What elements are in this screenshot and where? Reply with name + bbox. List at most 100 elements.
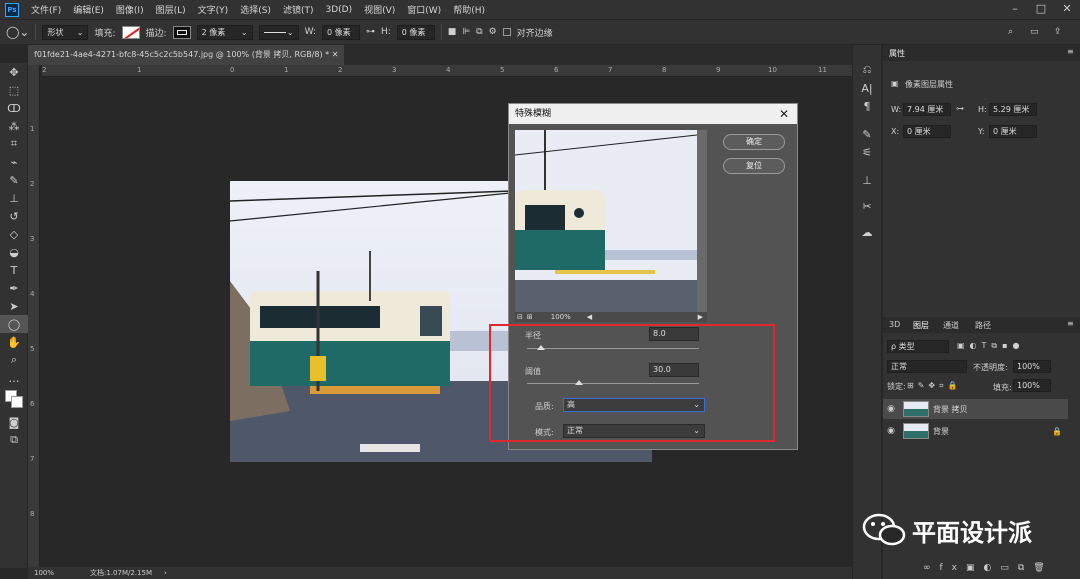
close-icon[interactable]: ✕ (779, 104, 789, 124)
reset-button[interactable]: 复位 (723, 158, 785, 174)
crop-tool-icon[interactable]: ⌗ (0, 135, 28, 153)
menu-filter[interactable]: 滤镜(T) (277, 3, 320, 16)
width-field[interactable]: 7.94 厘米 (903, 103, 951, 116)
fill-swatch[interactable] (121, 25, 140, 39)
panel-menu-icon[interactable]: ≡ (1067, 47, 1074, 56)
layers-footer-icons[interactable]: ∞fx▣◐▭⧉🗑 (923, 563, 1054, 573)
cloud-icon[interactable]: ☁ (853, 223, 881, 241)
scroll-left-icon[interactable]: ◀ (587, 313, 592, 321)
layer-row[interactable]: ◉ 背景 拷贝 (883, 399, 1068, 419)
menu-type[interactable]: 文字(Y) (192, 3, 235, 16)
y-field[interactable]: 0 厘米 (989, 125, 1037, 138)
opacity-input[interactable]: 100% (1013, 360, 1051, 373)
blend-mode-select[interactable]: 正常 (887, 360, 967, 373)
tools-preset-icon[interactable]: ✂ (853, 197, 881, 215)
zoom-out-icon[interactable]: ⊟ (517, 313, 523, 321)
preview-scrollbar[interactable] (697, 130, 707, 312)
brush-tool-icon[interactable]: ✎ (0, 171, 28, 189)
ok-button[interactable]: 确定 (723, 134, 785, 150)
width-input[interactable]: 0 像素 (321, 24, 360, 40)
quick-mask-icon[interactable]: ◙ (0, 413, 28, 431)
adjustments-icon[interactable]: ⚟ (853, 143, 881, 161)
stroke-type-select[interactable]: ⌄ (258, 24, 299, 40)
search-icon[interactable]: ⌕ (1008, 27, 1013, 37)
ellipse-tool-icon[interactable]: ◯⌄ (6, 25, 29, 39)
color-swatches-icon[interactable] (0, 387, 28, 413)
chevron-right-icon[interactable]: › (164, 569, 167, 577)
tab-layers[interactable]: 图层 (913, 320, 929, 331)
preview-image[interactable] (515, 130, 697, 312)
lock-icons[interactable]: ⊞✎✥⌗🔒 (907, 381, 962, 391)
mode-select[interactable]: 形状 ⌄ (42, 24, 89, 40)
close-icon[interactable]: ✕ (1054, 0, 1080, 19)
menu-view[interactable]: 视图(V) (358, 3, 401, 16)
character-icon[interactable]: A| (853, 79, 881, 97)
menu-help[interactable]: 帮助(H) (447, 3, 491, 16)
scroll-right-icon[interactable]: ▶ (698, 313, 703, 321)
menu-file[interactable]: 文件(F) (25, 3, 67, 16)
share-icon[interactable]: ⇪ (1054, 27, 1062, 37)
layer-filter-select[interactable]: ρ 类型 (887, 340, 949, 353)
history-icon[interactable]: ⎌ (853, 61, 881, 79)
path-alignment-icon[interactable]: ⊫ (462, 27, 470, 37)
paint-bucket-icon[interactable]: ◒ (0, 243, 28, 261)
maximize-icon[interactable]: □ (1028, 0, 1054, 19)
menu-layer[interactable]: 图层(L) (150, 3, 192, 16)
hand-tool-icon[interactable]: ✋ (0, 333, 28, 351)
history-brush-icon[interactable]: ↺ (0, 207, 28, 225)
height-input[interactable]: 0 像素 (396, 24, 435, 40)
path-operations-icon[interactable]: ■ (448, 27, 457, 37)
quick-selection-icon[interactable]: ⁂ (0, 117, 28, 135)
document-tab[interactable]: f01fde21-4ae4-4271-bfc8-45c5c2c5b547.jpg… (28, 45, 344, 65)
eraser-tool-icon[interactable]: ◇ (0, 225, 28, 243)
text-tool-icon[interactable]: T (0, 261, 28, 279)
minimize-icon[interactable]: – (1002, 0, 1028, 19)
panel-menu-icon[interactable]: ≡ (1067, 319, 1074, 328)
x-field[interactable]: 0 厘米 (903, 125, 951, 138)
zoom-level[interactable]: 100% (34, 569, 54, 577)
layer-row[interactable]: ◉ 背景 🔒 (883, 421, 1068, 441)
height-field[interactable]: 5.29 厘米 (989, 103, 1037, 116)
brush-settings-icon[interactable]: ✎ (853, 125, 881, 143)
stroke-swatch[interactable] (172, 25, 191, 39)
lasso-tool-icon[interactable]: ↀ (0, 99, 28, 117)
more-tools-icon[interactable]: … (0, 369, 28, 387)
paragraph-icon[interactable]: ¶ (853, 97, 881, 115)
link-icon[interactable]: ⊶ (956, 104, 964, 113)
tab-channels[interactable]: 通道 (943, 320, 959, 331)
menu-window[interactable]: 窗口(W) (401, 3, 447, 16)
move-tool-icon[interactable]: ✥ (0, 63, 28, 81)
link-icon[interactable]: ⊶ (366, 27, 375, 37)
fill-label: 填充: (94, 28, 116, 39)
doc-info[interactable]: 文档:1.07M/2.15M (90, 568, 152, 578)
eye-icon[interactable]: ◉ (883, 426, 899, 436)
tab-3d[interactable]: 3D (889, 320, 900, 329)
zoom-in-icon[interactable]: ⊞ (527, 313, 533, 321)
eyedropper-icon[interactable]: ⌁ (0, 153, 28, 171)
menu-edit[interactable]: 编辑(E) (67, 3, 110, 16)
gear-icon[interactable]: ⚙ (489, 27, 497, 37)
close-tab-icon[interactable]: ✕ (332, 50, 339, 59)
stamp-tool-icon[interactable]: ⊥ (0, 189, 28, 207)
path-arrangement-icon[interactable]: ⧉ (476, 27, 482, 37)
mode-value: 形状 (47, 27, 64, 37)
menu-3d[interactable]: 3D(D) (319, 5, 358, 15)
menu-image[interactable]: 图像(I) (110, 3, 150, 16)
menu-select[interactable]: 选择(S) (234, 3, 277, 16)
zoom-tool-icon[interactable]: ⌕ (0, 351, 28, 369)
screen-mode-icon[interactable]: ⧉ (0, 431, 28, 449)
workspace-icon[interactable]: ▭ (1030, 27, 1039, 37)
ellipse-tool-icon[interactable]: ◯ (0, 315, 28, 333)
tab-paths[interactable]: 路径 (975, 320, 991, 331)
libraries-icon[interactable]: ⊥ (853, 171, 881, 189)
layer-filter-icons[interactable]: ▣◐T⧉▪● (957, 341, 1025, 351)
marquee-tool-icon[interactable]: ⬚ (0, 81, 28, 99)
ruler-tick: 8 (662, 66, 667, 74)
pen-tool-icon[interactable]: ✒ (0, 279, 28, 297)
path-selection-icon[interactable]: ➤ (0, 297, 28, 315)
tab-properties[interactable]: 属性 (889, 48, 905, 59)
align-edges-checkbox[interactable] (502, 28, 511, 36)
stroke-width-input[interactable]: 2 像素 ⌄ (196, 24, 253, 40)
eye-icon[interactable]: ◉ (883, 404, 899, 414)
fill-input[interactable]: 100% (1013, 379, 1051, 392)
